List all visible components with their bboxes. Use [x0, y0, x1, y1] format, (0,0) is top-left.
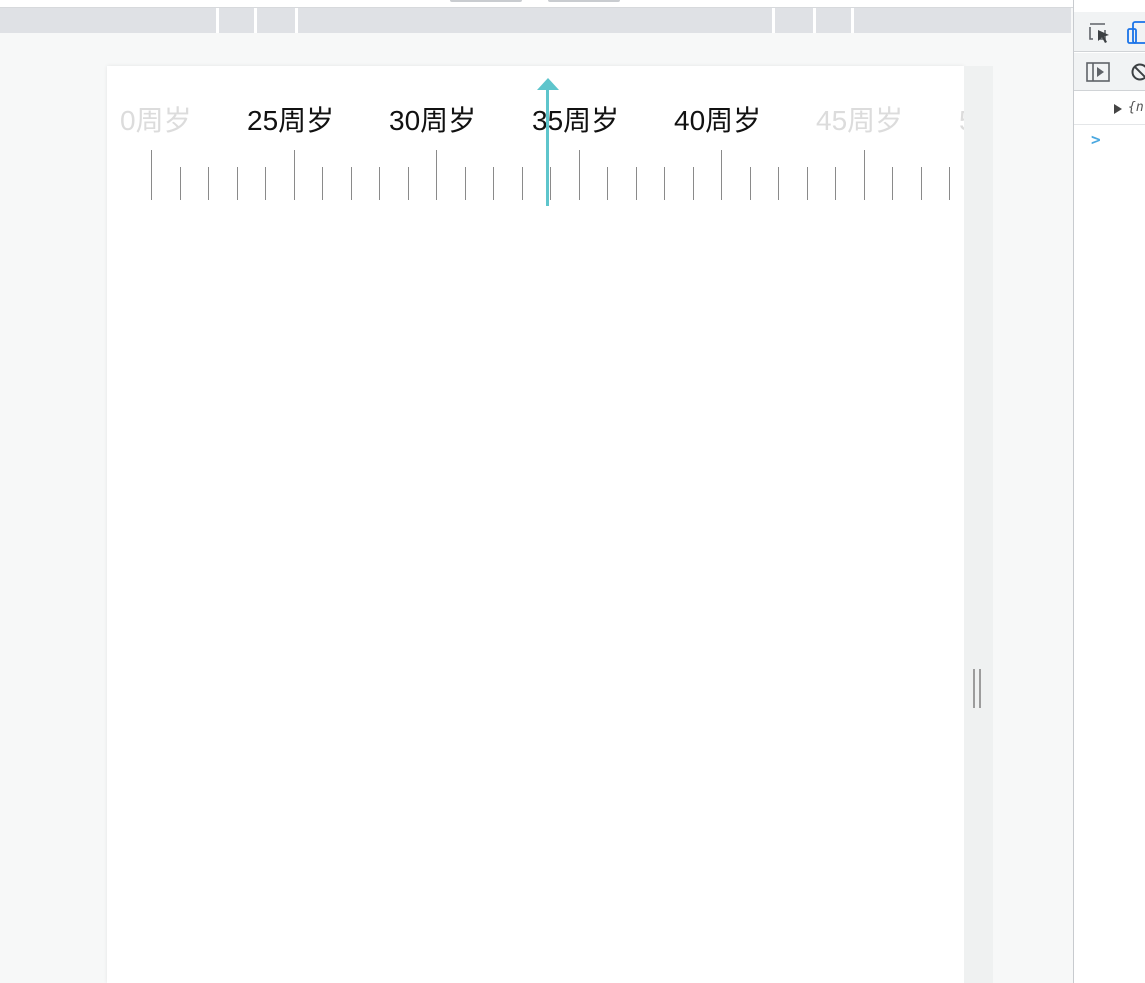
console-toolbar — [1074, 53, 1145, 91]
media-query-divider — [813, 8, 816, 33]
media-query-divider — [295, 8, 298, 33]
console-prompt-icon[interactable]: > — [1091, 130, 1101, 149]
ruler-minor-tick — [636, 167, 637, 200]
selection-indicator — [537, 78, 559, 206]
indicator-line — [546, 88, 549, 206]
ruler-minor-tick — [921, 167, 922, 200]
device-toolbar-icon[interactable] — [1126, 21, 1145, 50]
ruler-minor-tick — [693, 167, 694, 200]
ruler-minor-tick — [208, 167, 209, 200]
clear-console-icon[interactable] — [1130, 62, 1145, 87]
ruler-major-tick — [579, 150, 580, 200]
console-object-preview[interactable]: {n — [1128, 100, 1144, 115]
inspect-element-icon[interactable] — [1088, 22, 1112, 49]
ruler-minor-tick — [237, 167, 238, 200]
age-label[interactable]: 25周岁 — [247, 106, 334, 136]
devtools-main-toolbar — [1074, 12, 1145, 52]
emulated-device-viewport: 0周岁 25周岁 30周岁 35周岁 40周岁 45周岁 5 — [107, 66, 964, 983]
media-query-divider — [216, 8, 219, 33]
top-tab-handle[interactable] — [548, 0, 620, 2]
device-frame-gutter — [964, 66, 993, 983]
ruler-minor-tick — [949, 167, 950, 200]
ruler-minor-tick — [607, 167, 608, 200]
media-query-divider — [851, 8, 854, 33]
media-query-divider — [772, 8, 775, 33]
ruler-minor-tick — [379, 167, 380, 200]
top-tab-handle[interactable] — [450, 0, 522, 2]
ruler-major-tick — [294, 150, 295, 200]
devtools-panel: {n > — [1073, 0, 1145, 983]
window-top-edge — [0, 0, 1073, 8]
media-query-divider — [254, 8, 257, 33]
ruler-minor-tick — [807, 167, 808, 200]
ruler-major-tick — [721, 150, 722, 200]
ruler-major-tick — [864, 150, 865, 200]
ruler-minor-tick — [493, 167, 494, 200]
ruler-major-tick — [151, 150, 152, 200]
ruler-minor-tick — [892, 167, 893, 200]
ruler-minor-tick — [550, 167, 551, 200]
expand-triangle-icon[interactable] — [1114, 104, 1122, 114]
ruler-minor-tick — [522, 167, 523, 200]
age-label[interactable]: 30周岁 — [389, 106, 476, 136]
ruler-minor-tick — [408, 167, 409, 200]
ruler-minor-tick — [322, 167, 323, 200]
age-label[interactable]: 45周岁 — [816, 106, 903, 136]
ruler-minor-tick — [351, 167, 352, 200]
device-resize-handle[interactable] — [973, 669, 983, 708]
ruler-minor-tick — [750, 167, 751, 200]
age-label[interactable]: 40周岁 — [674, 106, 761, 136]
sidebar-toggle-icon[interactable] — [1086, 62, 1110, 87]
console-log-entry[interactable]: {n — [1074, 95, 1145, 125]
ruler-major-tick — [436, 150, 437, 200]
ruler-minor-tick — [180, 167, 181, 200]
age-ruler-picker[interactable]: 0周岁 25周岁 30周岁 35周岁 40周岁 45周岁 5 — [107, 66, 964, 216]
media-query-bar[interactable] — [0, 8, 1071, 33]
ruler-minor-tick — [778, 167, 779, 200]
ruler-minor-tick — [664, 167, 665, 200]
device-emulator-area: 0周岁 25周岁 30周岁 35周岁 40周岁 45周岁 5 — [0, 0, 1073, 983]
ruler-minor-tick — [835, 167, 836, 200]
age-label[interactable]: 0周岁 — [120, 106, 192, 136]
ruler-minor-tick — [265, 167, 266, 200]
ruler-minor-tick — [465, 167, 466, 200]
